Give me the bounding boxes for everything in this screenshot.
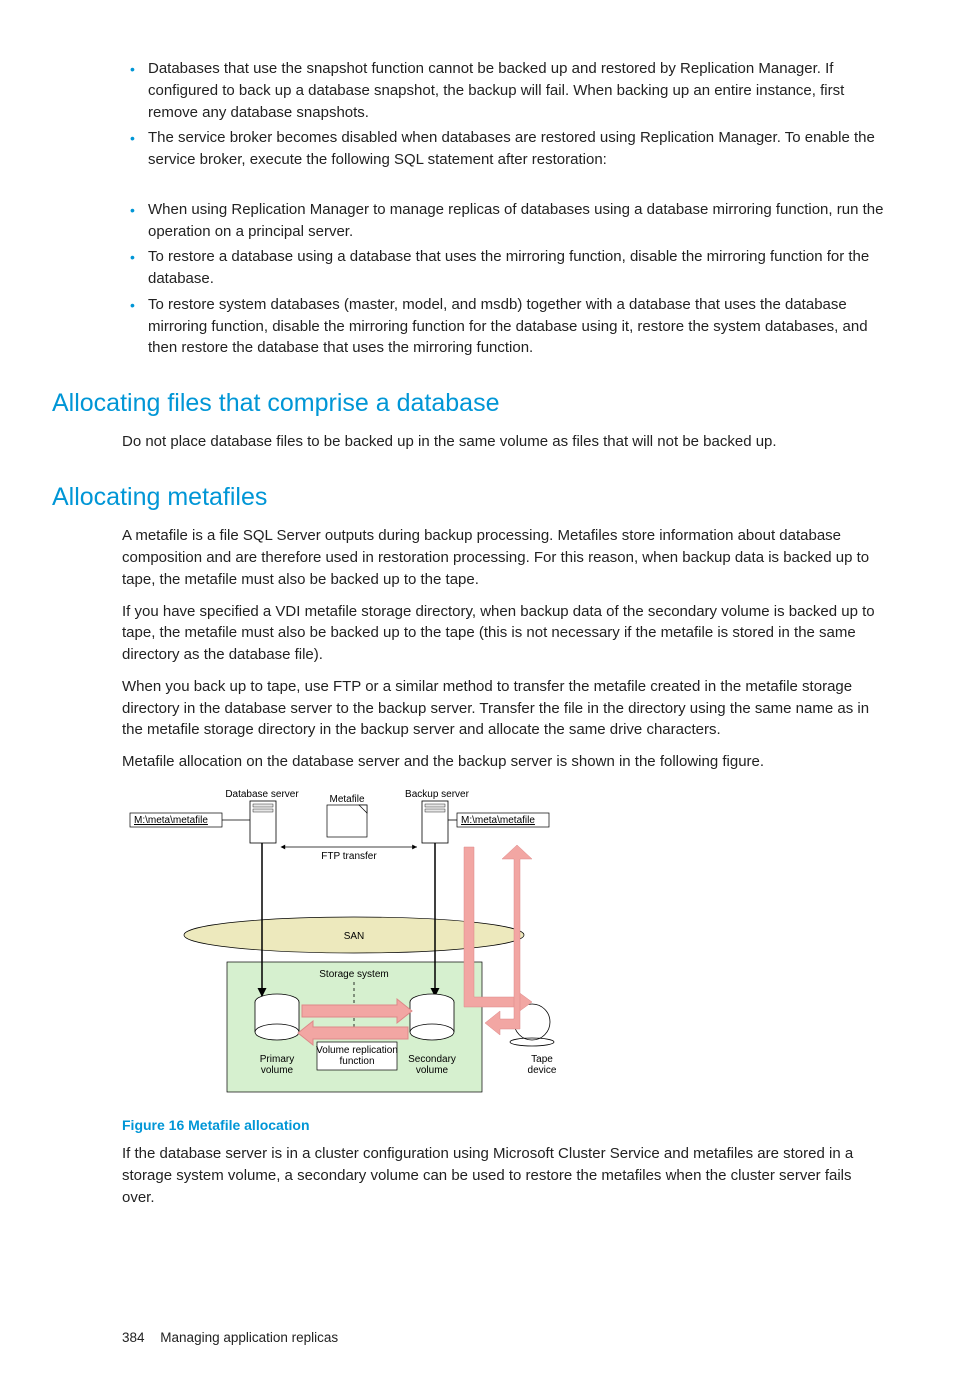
paragraph: When you back up to tape, use FTP or a s…: [122, 676, 886, 741]
paragraph: If you have specified a VDI metafile sto…: [122, 601, 886, 666]
label-path-right: M:\meta\metafile: [461, 815, 535, 826]
label-storage: Storage system: [319, 969, 388, 980]
label-backup-server: Backup server: [405, 789, 470, 800]
label-primary: Primaryvolume: [260, 1054, 294, 1076]
page-footer: 384 Managing application replicas: [52, 1328, 886, 1348]
label-ftp: FTP transfer: [321, 851, 377, 862]
list-item: The service broker becomes disabled when…: [130, 127, 886, 171]
heading-allocating-metafiles: Allocating metafiles: [52, 479, 886, 515]
paragraph: Metafile allocation on the database serv…: [122, 751, 886, 773]
list-item: When using Replication Manager to manage…: [130, 199, 886, 243]
paragraph: If the database server is in a cluster c…: [122, 1143, 886, 1208]
paragraph: A metafile is a file SQL Server outputs …: [122, 525, 886, 590]
label-path-left: M:\meta\metafile: [134, 815, 208, 826]
footer-text: Managing application replicas: [160, 1330, 338, 1345]
label-tape: Tapedevice: [528, 1054, 557, 1076]
bulleted-list-2: When using Replication Manager to manage…: [52, 199, 886, 359]
list-item: To restore system databases (master, mod…: [130, 294, 886, 359]
label-db-server: Database server: [225, 789, 299, 800]
paragraph: Do not place database files to be backed…: [122, 431, 886, 453]
list-item: To restore a database using a database t…: [130, 246, 886, 290]
heading-allocating-files: Allocating files that comprise a databas…: [52, 385, 886, 421]
label-san: SAN: [344, 931, 365, 942]
figure-caption: Figure 16 Metafile allocation: [122, 1115, 886, 1135]
page-number: 384: [122, 1330, 145, 1345]
bulleted-list-1: Databases that use the snapshot function…: [52, 58, 886, 171]
label-metafile: Metafile: [329, 794, 364, 805]
list-item: Databases that use the snapshot function…: [130, 58, 886, 123]
figure-metafile-allocation: Storage system SAN Database server M:\me…: [122, 787, 886, 1107]
